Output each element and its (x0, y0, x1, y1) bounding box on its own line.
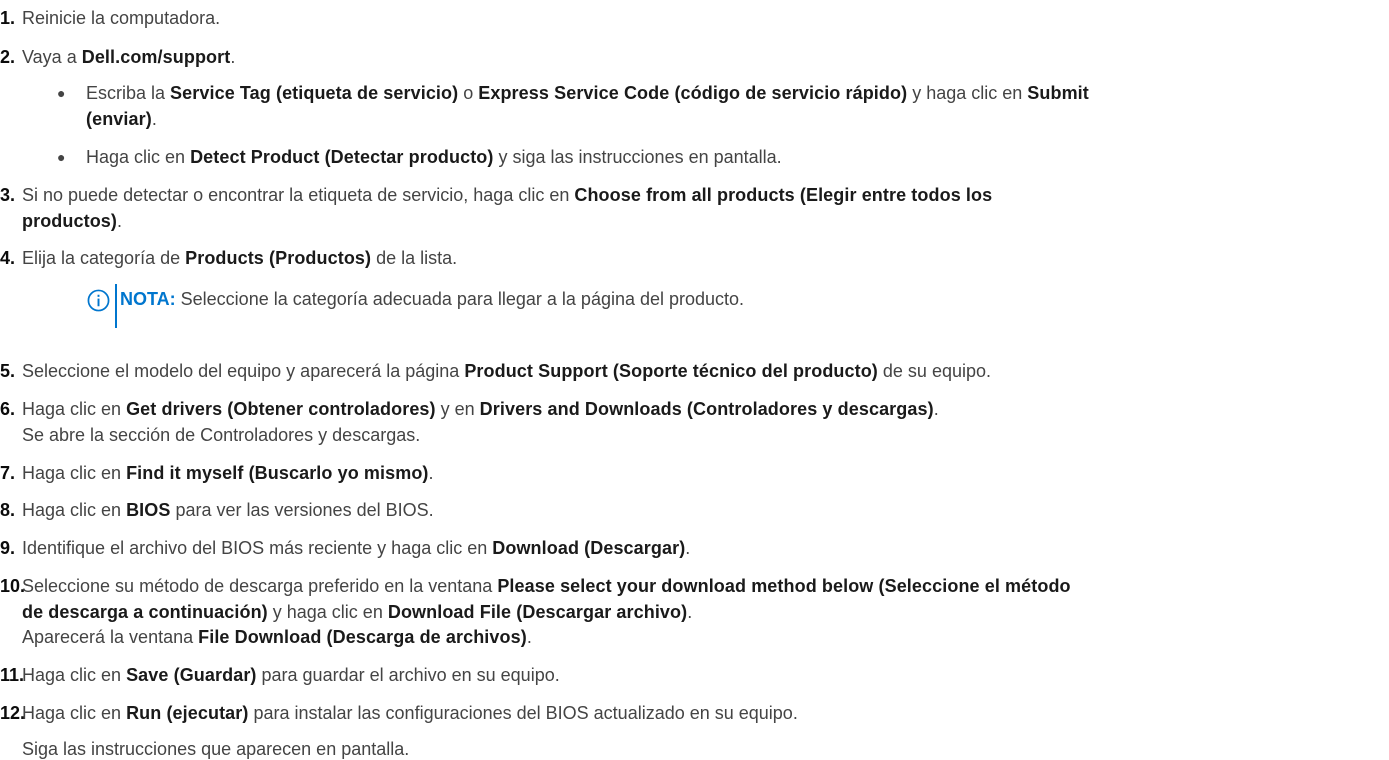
step-number: 3. (0, 185, 16, 205)
substep-1: ● Escriba la Service Tag (etiqueta de se… (57, 83, 1089, 103)
step-text: Seleccione su método de descarga preferi… (22, 576, 1071, 596)
step-number: 7. (0, 463, 16, 483)
note: NOTA: Seleccione la categoría adecuada p… (120, 288, 744, 310)
step-text: Reinicie la computadora. (22, 8, 221, 28)
step-6-cont: Se abre la sección de Controladores y de… (22, 425, 421, 445)
step-text: Haga clic en Run (ejecutar) para instala… (22, 703, 798, 723)
step-number: 6. (0, 399, 16, 419)
step-number: 4. (0, 248, 16, 268)
step-text: Vaya a Dell.com/support. (22, 47, 236, 67)
step-text: Identifique el archivo del BIOS más reci… (22, 538, 691, 558)
step-number: 2. (0, 47, 16, 67)
step-10-cont2: Aparecerá la ventana File Download (Desc… (22, 627, 532, 647)
step-number: 11. (0, 665, 25, 685)
step-number: 1. (0, 8, 16, 28)
step-number: 8. (0, 500, 16, 520)
note-text: Seleccione la categoría adecuada para ll… (175, 289, 745, 309)
step-number: 9. (0, 538, 16, 558)
step-3-cont: productos). (22, 211, 123, 231)
step-text: Haga clic en Find it myself (Buscarlo yo… (22, 463, 434, 483)
step-text: Seleccione el modelo del equipo y aparec… (22, 361, 991, 381)
substep-1-cont: (enviar). (86, 109, 157, 129)
step-text: Haga clic en Get drivers (Obtener contro… (22, 399, 939, 419)
step-12-cont: Siga las instrucciones que aparecen en p… (22, 739, 410, 759)
note-divider (115, 284, 117, 328)
bullet-icon: ● (57, 149, 66, 165)
step-text: Elija la categoría de Products (Producto… (22, 248, 458, 268)
bullet-icon: ● (57, 85, 66, 101)
step-10-cont: de descarga a continuación) y haga clic … (22, 602, 693, 622)
note-label: NOTA: (120, 289, 176, 309)
step-text: Haga clic en BIOS para ver las versiones… (22, 500, 434, 520)
support-url-text: Dell.com/support (81, 47, 231, 67)
step-text: Si no puede detectar o encontrar la etiq… (22, 185, 993, 205)
substep-2: ● Haga clic en Detect Product (Detectar … (57, 147, 782, 167)
info-icon (87, 289, 110, 312)
step-text: Haga clic en Save (Guardar) para guardar… (22, 665, 560, 685)
step-number: 5. (0, 361, 16, 381)
